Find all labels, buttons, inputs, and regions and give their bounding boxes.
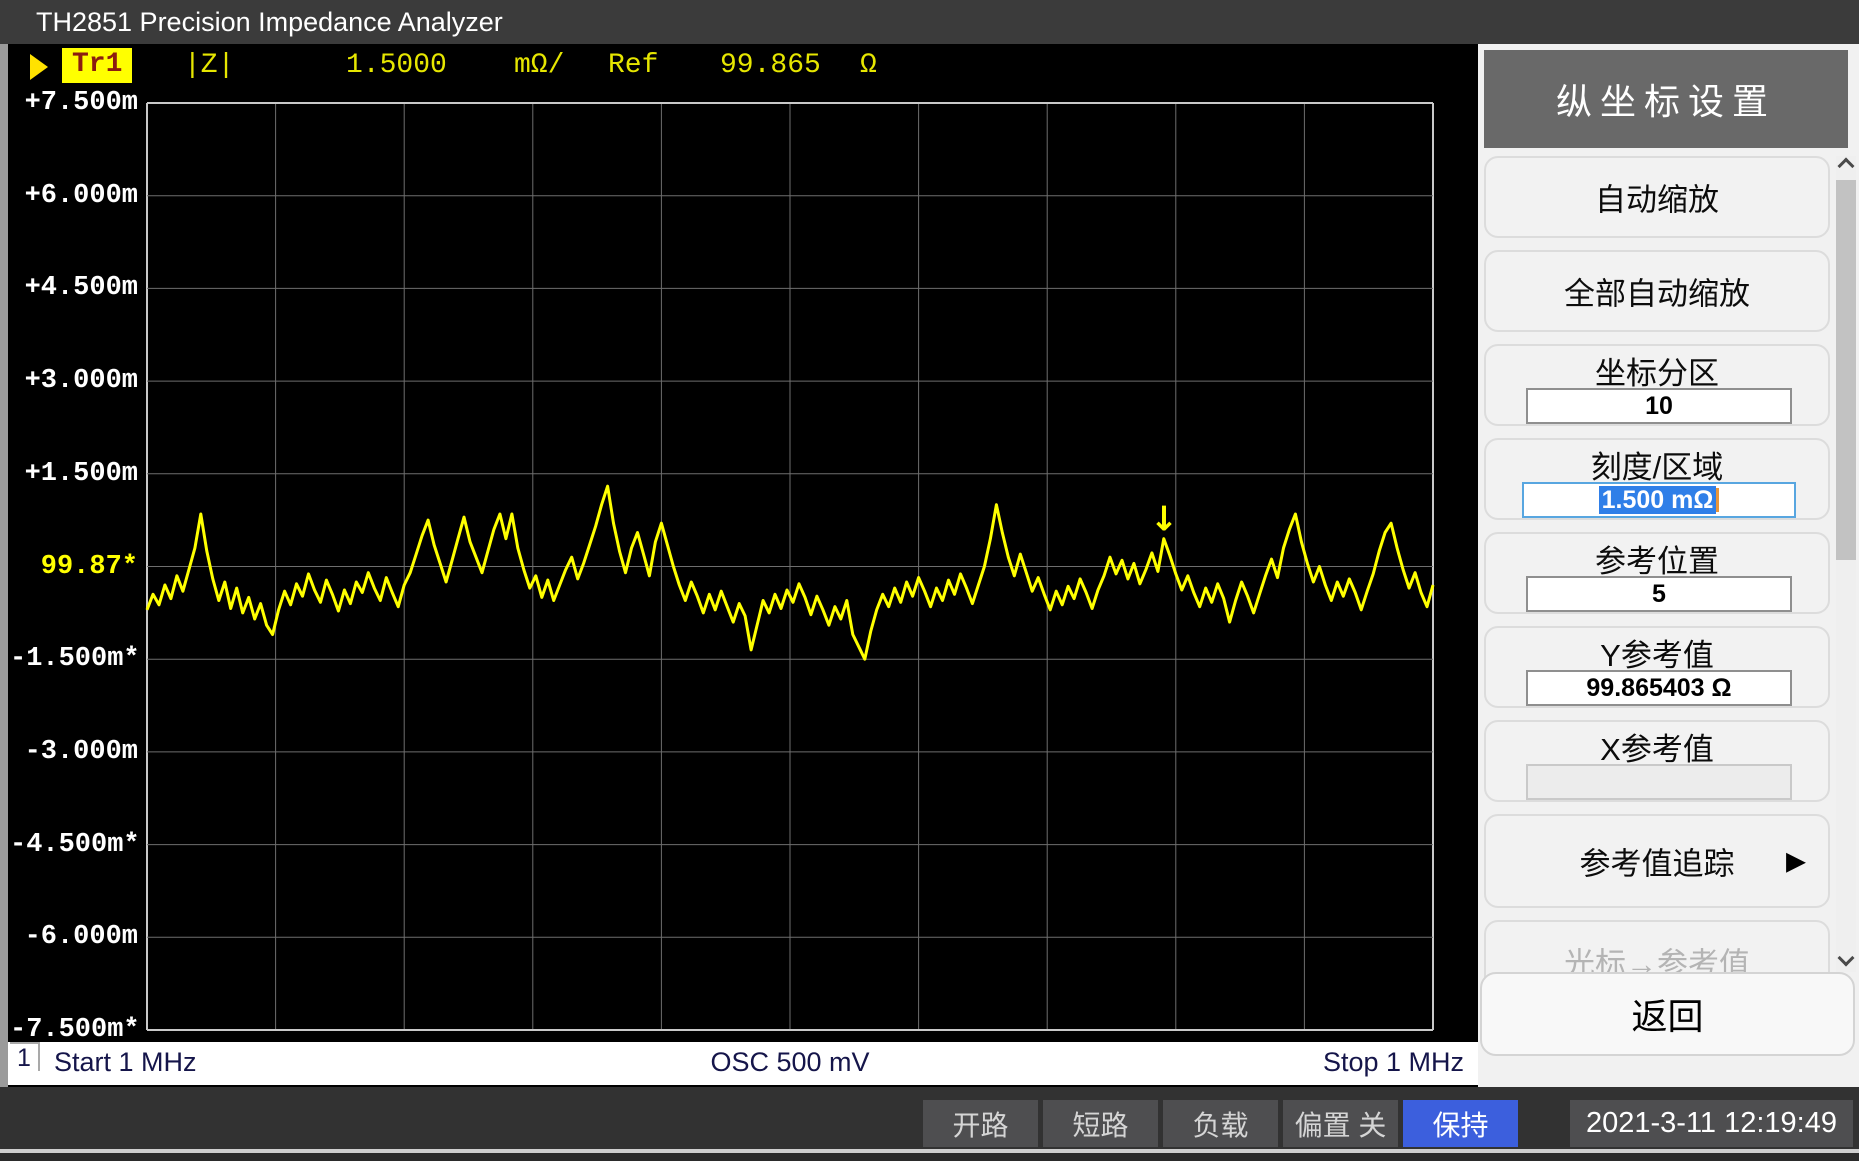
hold-button[interactable]: 保持 — [1403, 1100, 1518, 1147]
sweep-start-label: Start 1 MHz — [54, 1047, 197, 1078]
x-ref-value-label: X参考值 — [1486, 724, 1828, 769]
datetime-display: 2021-3-11 12:19:49 — [1570, 1100, 1853, 1147]
back-button-label: 返回 — [1631, 988, 1703, 1040]
sweep-status-strip: 1 Start 1 MHz OSC 500 mV Stop 1 MHz — [8, 1042, 1478, 1085]
text-caret — [1716, 488, 1719, 512]
y-axis-label: +3.000m — [10, 366, 138, 396]
scroll-down-icon[interactable] — [1838, 950, 1855, 967]
y-axis-label: +6.000m — [10, 181, 138, 211]
plot-area: ↓ — [8, 44, 1478, 1087]
scroll-up-icon[interactable] — [1838, 158, 1855, 175]
window-title: TH2851 Precision Impedance Analyzer — [36, 7, 503, 37]
y-axis-label: +7.500m — [10, 88, 138, 118]
y-ref-value-input[interactable]: 99.865403 Ω — [1526, 670, 1792, 706]
y-axis-label: -1.500m* — [10, 644, 138, 674]
x-ref-value-button[interactable]: X参考值 — [1484, 720, 1830, 802]
y-axis-label: +1.500m — [10, 459, 138, 489]
scale-per-div-label: 刻度/区域 — [1486, 442, 1828, 487]
osc-level-label: OSC 500 mV — [710, 1047, 869, 1078]
ref-position-label: 参考位置 — [1486, 536, 1828, 581]
chart-region: Tr1 |Z| 1.5000 mΩ/ Ref 99.865 Ω ↓ +7.500… — [8, 44, 1478, 1087]
divisions-label: 坐标分区 — [1486, 348, 1828, 393]
y-axis-label: +4.500m — [10, 273, 138, 303]
scale-per-div-button[interactable]: 刻度/区域 1.500 mΩ — [1484, 438, 1830, 520]
channel-number-box: 1 — [10, 1042, 40, 1071]
app-window: TH2851 Precision Impedance Analyzer Tr1 … — [0, 0, 1859, 1161]
scale-per-div-input[interactable]: 1.500 mΩ — [1522, 482, 1796, 518]
sweep-stop-label: Stop 1 MHz — [1323, 1047, 1464, 1078]
vertical-axis-settings-panel: 纵坐标设置 自动缩放 全部自动缩放 坐标分区 10 刻度/区域 1.500 mΩ… — [1478, 44, 1859, 1087]
open-correction-button[interactable]: 开路 — [923, 1100, 1038, 1147]
auto-scale-all-button[interactable]: 全部自动缩放 — [1484, 250, 1830, 332]
divisions-input[interactable]: 10 — [1526, 388, 1792, 424]
load-correction-button[interactable]: 负载 — [1163, 1100, 1278, 1147]
bottom-status-bar: 开路 短路 负载 偏置 关 保持 2021-3-11 12:19:49 — [0, 1087, 1859, 1149]
auto-scale-button[interactable]: 自动缩放 — [1484, 156, 1830, 238]
ref-position-button[interactable]: 参考位置 5 — [1484, 532, 1830, 614]
auto-scale-all-label: 全部自动缩放 — [1486, 269, 1828, 314]
y-axis-label: -3.000m — [10, 737, 138, 767]
panel-header: 纵坐标设置 — [1484, 50, 1848, 148]
ref-position-input[interactable]: 5 — [1526, 576, 1792, 612]
back-button[interactable]: 返回 — [1480, 972, 1855, 1056]
window-bottom-frame — [0, 1153, 1859, 1161]
y-axis-label: -6.000m — [10, 922, 138, 952]
divisions-button[interactable]: 坐标分区 10 — [1484, 344, 1830, 426]
y-axis-label: -7.500m* — [10, 1015, 138, 1045]
selected-input-text: 1.500 mΩ — [1599, 486, 1717, 514]
short-correction-button[interactable]: 短路 — [1043, 1100, 1158, 1147]
submenu-arrow-icon: ▶ — [1786, 846, 1806, 877]
x-ref-value-input — [1526, 764, 1792, 800]
panel-scrollbar[interactable] — [1836, 156, 1856, 972]
ref-value-track-button[interactable]: 参考值追踪 ▶ — [1484, 814, 1830, 908]
ref-value-track-label: 参考值追踪 — [1486, 839, 1828, 884]
window-title-bar: TH2851 Precision Impedance Analyzer — [0, 0, 1859, 44]
auto-scale-label: 自动缩放 — [1486, 175, 1828, 220]
y-axis-label: 99.87* — [10, 552, 138, 582]
bias-off-button[interactable]: 偏置 关 — [1283, 1100, 1398, 1147]
y-ref-value-label: Y参考值 — [1486, 630, 1828, 675]
scrollbar-thumb[interactable] — [1836, 180, 1856, 560]
y-ref-value-button[interactable]: Y参考值 99.865403 Ω — [1484, 626, 1830, 708]
trace-marker-icon[interactable]: ↓ — [1150, 500, 1179, 540]
y-axis-label: -4.500m* — [10, 830, 138, 860]
